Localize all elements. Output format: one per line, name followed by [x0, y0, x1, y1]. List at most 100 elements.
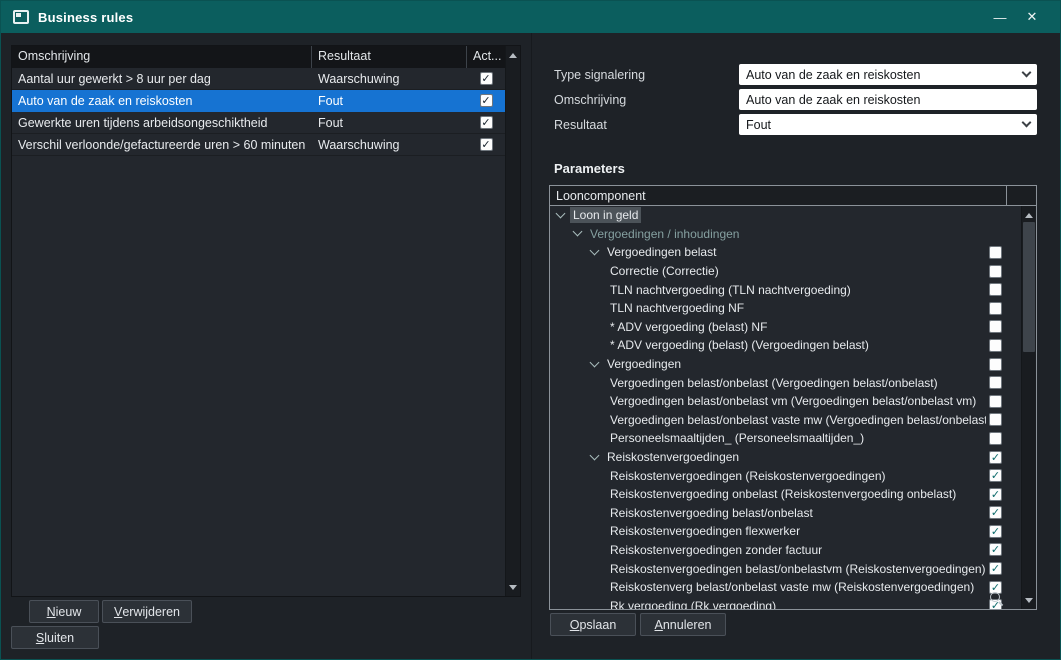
actief-checkbox[interactable]: ✓ — [480, 116, 493, 129]
param-checkbox[interactable] — [989, 283, 1002, 296]
rules-table-scrollbar[interactable] — [505, 46, 520, 596]
search-icon[interactable] — [989, 591, 1004, 606]
tree-item-label: Reiskostenvergoedingen flexwerker — [607, 523, 803, 539]
tree-row[interactable]: Reiskostenvergoedingen flexwerker ✓ — [550, 522, 1036, 541]
rule-omschrijving: Auto van de zaak en reiskosten — [12, 94, 312, 108]
app-icon — [13, 10, 29, 24]
param-checkbox[interactable] — [989, 265, 1002, 278]
chevron-down-icon[interactable] — [590, 246, 600, 256]
param-checkbox[interactable] — [989, 376, 1002, 389]
param-checkbox[interactable] — [989, 432, 1002, 445]
chevron-down-icon[interactable] — [573, 227, 583, 237]
tree-row[interactable]: Correctie (Correctie) — [550, 262, 1036, 281]
rule-omschrijving: Verschil verloonde/gefactureerde uren > … — [12, 138, 312, 152]
tree-row[interactable]: Vergoedingen belast — [550, 243, 1036, 262]
param-checkbox[interactable] — [989, 413, 1002, 426]
rule-row[interactable]: Auto van de zaak en reiskostenFout ✓ — [12, 90, 505, 112]
tree-row[interactable]: Reiskostenvergoedingen belast/onbelastvm… — [550, 559, 1036, 578]
tree-row[interactable]: Reiskostenvergoedingen (Reiskostenvergoe… — [550, 466, 1036, 485]
param-checkbox[interactable] — [989, 302, 1002, 315]
tree-item-label: Loon in geld — [570, 207, 641, 223]
tree-row[interactable]: Vergoedingen belast/onbelast (Vergoeding… — [550, 373, 1036, 392]
tree-scrollbar[interactable] — [1021, 206, 1036, 609]
type-signalering-label: Type signalering — [554, 64, 645, 85]
looncomponent-tree-header: Looncomponent — [550, 186, 1036, 206]
verwijderen-button[interactable]: Verwijderen — [102, 600, 192, 623]
rule-resultaat: Fout — [312, 94, 467, 108]
rule-row[interactable]: Aantal uur gewerkt > 8 uur per dagWaarsc… — [12, 68, 505, 90]
param-checkbox[interactable]: ✓ — [989, 506, 1002, 519]
tree-row[interactable]: Reiskostenvergoedingen✓ — [550, 448, 1036, 467]
param-checkbox[interactable]: ✓ — [989, 562, 1002, 575]
rule-row[interactable]: Gewerkte uren tijdens arbeidsongeschikth… — [12, 112, 505, 134]
scroll-down-icon[interactable] — [1022, 593, 1036, 607]
tree-row[interactable]: Reiskostenverg belast/onbelast vaste mw … — [550, 578, 1036, 597]
tree-row[interactable]: * ADV vergoeding (belast) (Vergoedingen … — [550, 336, 1036, 355]
resultaat-select[interactable]: Fout — [739, 114, 1037, 135]
tree-row[interactable]: Vergoedingen belast/onbelast vaste mw (V… — [550, 411, 1036, 430]
tree-item-label: Reiskostenvergoeding onbelast (Reiskoste… — [607, 486, 959, 502]
param-checkbox[interactable] — [989, 246, 1002, 259]
chevron-down-icon[interactable] — [556, 208, 566, 218]
tree-row[interactable]: TLN nachtvergoeding NF — [550, 299, 1036, 318]
param-checkbox[interactable]: ✓ — [989, 451, 1002, 464]
tree-item-label: Reiskostenvergoedingen zonder factuur — [607, 542, 825, 558]
tree-row[interactable]: Vergoedingen — [550, 355, 1036, 374]
param-checkbox[interactable]: ✓ — [989, 543, 1002, 556]
looncomponent-tree: Looncomponent Loon in geld Vergoedingen /… — [549, 185, 1037, 610]
scroll-down-icon[interactable] — [506, 580, 520, 594]
rule-row[interactable]: Verschil verloonde/gefactureerde uren > … — [12, 134, 505, 156]
type-signalering-select[interactable]: Auto van de zaak en reiskosten — [739, 64, 1037, 85]
scroll-up-icon[interactable] — [506, 48, 520, 62]
tree-item-label: Correctie (Correctie) — [607, 263, 722, 279]
param-checkbox[interactable]: ✓ — [989, 525, 1002, 538]
column-header-resultaat[interactable]: Resultaat — [312, 46, 467, 68]
tree-row[interactable]: TLN nachtvergoeding (TLN nachtvergoeding… — [550, 280, 1036, 299]
omschrijving-label: Omschrijving — [554, 89, 626, 110]
rules-table-body: Aantal uur gewerkt > 8 uur per dagWaarsc… — [12, 68, 505, 596]
tree-row[interactable]: Reiskostenvergoeding onbelast (Reiskoste… — [550, 485, 1036, 504]
nieuw-button[interactable]: Nieuw — [29, 600, 99, 623]
param-checkbox[interactable] — [989, 320, 1002, 333]
column-header-checkbox[interactable] — [1007, 186, 1036, 205]
param-checkbox[interactable] — [989, 339, 1002, 352]
tree-row[interactable]: Personeelsmaaltijden_ (Personeelsmaaltij… — [550, 429, 1036, 448]
rule-actief-cell: ✓ — [467, 116, 505, 129]
omschrijving-input[interactable] — [739, 89, 1037, 110]
tree-item-label: Vergoedingen / inhoudingen — [587, 226, 742, 242]
param-checkbox[interactable]: ✓ — [989, 469, 1002, 482]
tree-row[interactable]: Vergoedingen / inhoudingen — [550, 225, 1036, 244]
type-signalering-value: Auto van de zaak en reiskosten — [746, 68, 920, 82]
tree-item-label: TLN nachtvergoeding (TLN nachtvergoeding… — [607, 282, 854, 298]
scrollbar-thumb[interactable] — [1023, 222, 1035, 352]
close-button[interactable]: ✕ — [1016, 1, 1048, 33]
opslaan-button[interactable]: Opslaan — [550, 613, 636, 636]
minimize-button[interactable]: — — [984, 1, 1016, 33]
column-header-omschrijving[interactable]: Omschrijving — [12, 46, 312, 68]
tree-row[interactable]: Reiskostenvergoedingen zonder factuur ✓ — [550, 541, 1036, 560]
parameters-title: Parameters — [554, 161, 625, 176]
tree-item-label: Vergoedingen — [604, 356, 684, 372]
tree-row[interactable]: Vergoedingen belast/onbelast vm (Vergoed… — [550, 392, 1036, 411]
chevron-down-icon[interactable] — [590, 357, 600, 367]
column-header-actief[interactable]: Act... — [467, 46, 505, 68]
resultaat-value: Fout — [746, 118, 771, 132]
business-rules-window: Business rules — ✕ Omschrijving Resultaa… — [0, 0, 1061, 660]
tree-row[interactable]: Reiskostenvergoeding belast/onbelast✓ — [550, 504, 1036, 523]
tree-row[interactable]: * ADV vergoeding (belast) NF — [550, 318, 1036, 337]
scroll-up-icon[interactable] — [1022, 208, 1036, 222]
param-checkbox[interactable] — [989, 395, 1002, 408]
chevron-down-icon[interactable] — [590, 450, 600, 460]
actief-checkbox[interactable]: ✓ — [480, 138, 493, 151]
tree-row[interactable]: Rk vergoeding (Rk vergoeding)✓ — [550, 596, 1036, 609]
actief-checkbox[interactable]: ✓ — [480, 94, 493, 107]
actief-checkbox[interactable]: ✓ — [480, 72, 493, 85]
column-header-looncomponent[interactable]: Looncomponent — [550, 186, 1007, 205]
param-checkbox[interactable]: ✓ — [989, 488, 1002, 501]
annuleren-button[interactable]: Annuleren — [640, 613, 726, 636]
titlebar[interactable]: Business rules — ✕ — [1, 1, 1060, 33]
tree-item-label: Vergoedingen belast — [604, 244, 719, 260]
tree-row[interactable]: Loon in geld — [550, 206, 1036, 225]
param-checkbox[interactable] — [989, 358, 1002, 371]
sluiten-button[interactable]: Sluiten — [11, 626, 99, 649]
